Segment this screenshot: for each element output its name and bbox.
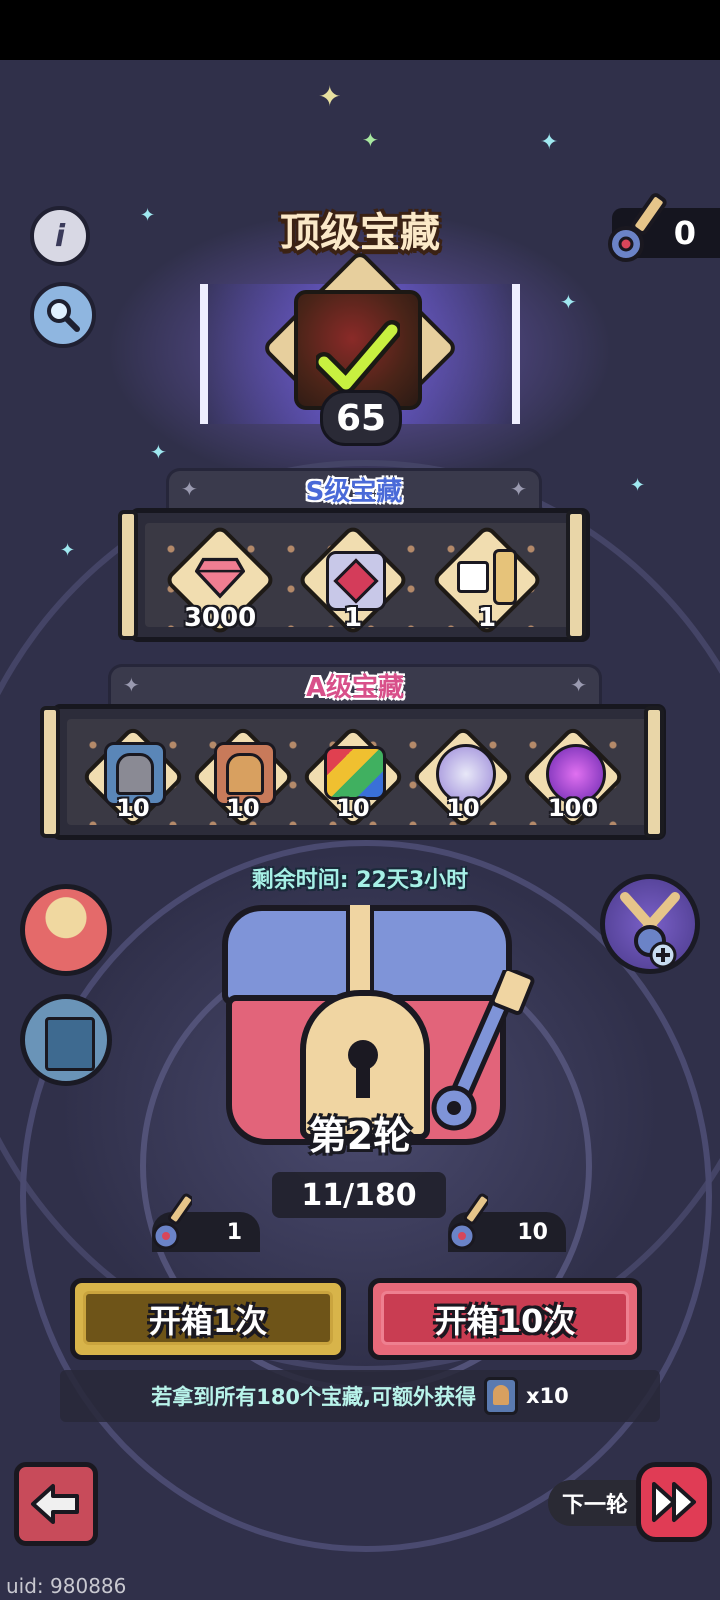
open-once-label: 开箱1次 bbox=[148, 1302, 268, 1340]
plus-icon: ✦ bbox=[181, 477, 198, 501]
round-label: 第2轮 bbox=[308, 1114, 412, 1158]
sparkle-icon: ✦ bbox=[150, 440, 167, 464]
sparkle-icon: ✦ bbox=[318, 80, 342, 113]
item-quantity: 1 bbox=[343, 603, 363, 633]
keys-plus-icon bbox=[620, 892, 680, 969]
panel-cap-left bbox=[40, 706, 60, 838]
gift-basket-button[interactable] bbox=[20, 884, 112, 976]
pink-gem-icon bbox=[195, 553, 245, 601]
next-round-button[interactable] bbox=[636, 1462, 712, 1542]
s-tier-item[interactable]: 1 bbox=[430, 523, 544, 637]
user-id: uid: 980886 bbox=[6, 1574, 127, 1598]
chest-progress: 11/180 bbox=[272, 1172, 446, 1218]
open-ten-label: 开箱10次 bbox=[434, 1302, 576, 1340]
a-tier-tab: ✦ A级宝藏 ✦ bbox=[108, 664, 602, 704]
a-tier-label: A级宝藏 bbox=[305, 673, 405, 703]
add-keys-button[interactable] bbox=[600, 874, 700, 974]
key-icon bbox=[448, 1193, 488, 1250]
item-quantity: 10 bbox=[226, 794, 260, 822]
completion-bonus-qty: x10 bbox=[526, 1384, 569, 1408]
open-once-button[interactable]: 开箱1次 bbox=[70, 1278, 346, 1360]
key-icon bbox=[152, 1193, 192, 1250]
panel-cap-right bbox=[566, 510, 586, 640]
item-quantity: 10 bbox=[116, 794, 150, 822]
sparkle-icon: ✦ bbox=[540, 130, 559, 155]
plus-icon: ✦ bbox=[510, 477, 527, 501]
sparkle-icon: ✦ bbox=[362, 128, 379, 152]
search-button[interactable] bbox=[30, 282, 96, 348]
magnifier-icon bbox=[47, 299, 80, 332]
a-tier-item[interactable]: 10 bbox=[410, 724, 516, 830]
open-ten-cost-value: 10 bbox=[517, 1220, 548, 1245]
item-quantity: 3000 bbox=[183, 603, 257, 633]
a-tier-item[interactable]: 10 bbox=[80, 724, 186, 830]
item-quantity: 1 bbox=[477, 603, 497, 633]
a-tier-item[interactable]: 10 bbox=[190, 724, 296, 830]
open-ten-button[interactable]: 开箱10次 bbox=[368, 1278, 642, 1360]
color-book-icon bbox=[324, 746, 386, 800]
a-tier-item[interactable]: 10 bbox=[300, 724, 406, 830]
open-once-cost-value: 1 bbox=[226, 1220, 242, 1245]
guide-book-button[interactable] bbox=[20, 994, 112, 1086]
item-quantity: 100 bbox=[547, 794, 599, 822]
s-tier-label: S级宝藏 bbox=[305, 477, 403, 507]
sparkle-icon: ✦ bbox=[630, 475, 646, 496]
sparkle-icon: ✦ bbox=[60, 540, 76, 561]
a-tier-item[interactable]: 100 bbox=[520, 724, 626, 830]
helmet-card-icon bbox=[484, 1377, 519, 1415]
s-tier-item[interactable]: 1 bbox=[296, 523, 410, 637]
top-reward-count: 65 bbox=[320, 390, 402, 446]
fast-forward-icon bbox=[652, 1482, 696, 1522]
item-quantity: 10 bbox=[336, 794, 370, 822]
checkmark-icon bbox=[316, 320, 400, 394]
plus-icon: ✦ bbox=[123, 673, 140, 697]
item-quantity: 10 bbox=[446, 794, 480, 822]
page-title: 顶级宝藏 bbox=[280, 210, 440, 256]
s-tier-item[interactable]: 3000 bbox=[163, 523, 277, 637]
completion-bonus-text: 若拿到所有180个宝藏,可额外获得 bbox=[151, 1385, 477, 1409]
book-icon bbox=[45, 1017, 95, 1071]
panel-cap-left bbox=[118, 510, 138, 640]
back-button[interactable] bbox=[14, 1462, 98, 1546]
plus-icon: ✦ bbox=[570, 673, 587, 697]
crystal-emblem-icon bbox=[326, 551, 386, 611]
status-bar bbox=[0, 0, 720, 60]
back-arrow-icon bbox=[31, 1484, 79, 1524]
s-tier-tab: ✦ S级宝藏 ✦ bbox=[166, 468, 542, 508]
ssr-summon-icon bbox=[456, 547, 518, 607]
sparkle-icon: ✦ bbox=[560, 290, 577, 314]
panel-cap-right bbox=[644, 706, 664, 838]
completion-bonus: 若拿到所有180个宝藏,可额外获得 x10 bbox=[60, 1370, 660, 1422]
